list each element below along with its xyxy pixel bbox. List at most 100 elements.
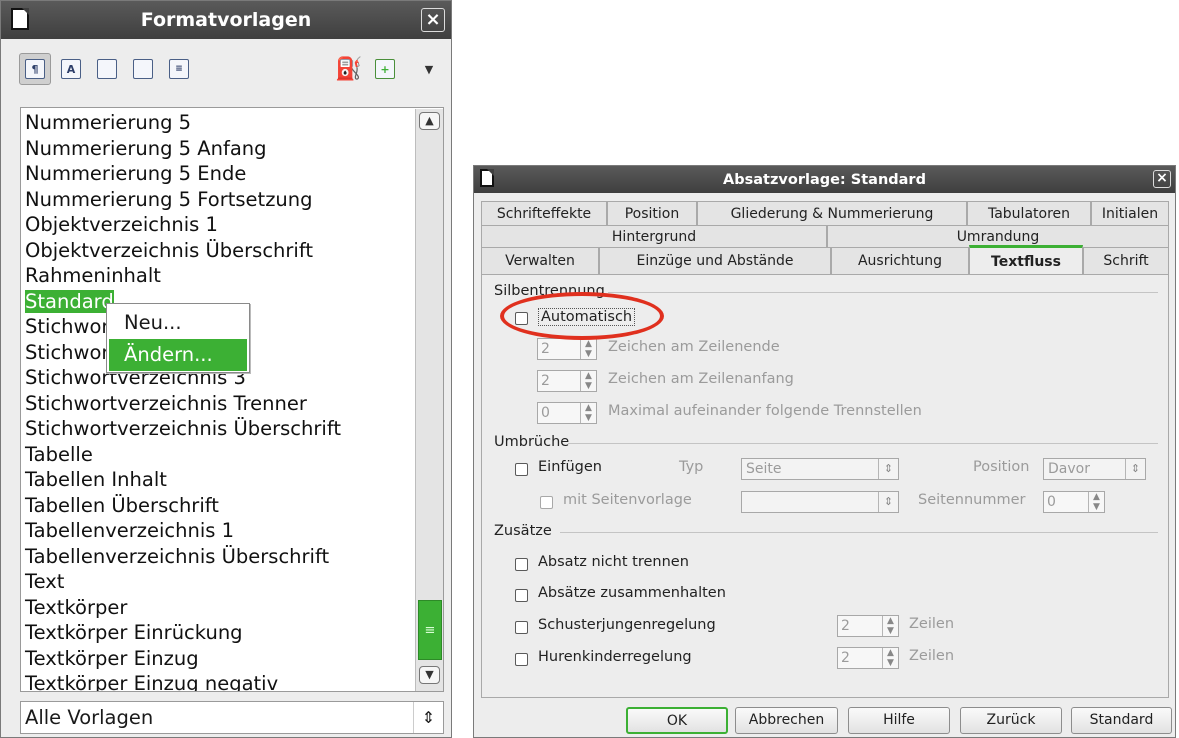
separator	[608, 292, 1158, 293]
break-position-label: Position	[973, 459, 1030, 475]
page-style-select[interactable]: ⇕	[741, 491, 899, 513]
style-list-item[interactable]: Tabellenverzeichnis Überschrift	[25, 544, 329, 570]
spin-arrows-icon[interactable]: ▲ ▼	[882, 616, 898, 636]
with-page-style-checkbox[interactable]	[540, 496, 553, 509]
new-style-from-selection-button[interactable]: +	[369, 53, 401, 85]
style-list-item[interactable]: Text	[25, 569, 64, 595]
page-styles-button[interactable]	[127, 53, 159, 85]
break-type-select[interactable]: Seite ⇕	[741, 458, 899, 480]
style-list-item[interactable]: Textkörper	[25, 595, 127, 621]
paragraph-styles-icon: ¶	[25, 59, 45, 79]
help-button[interactable]: Hilfe	[848, 707, 950, 734]
tab-schrift[interactable]: Schrift	[1083, 247, 1169, 274]
orphan-lines-spin[interactable]: 2 ▲ ▼	[837, 615, 899, 637]
widow-control-checkbox[interactable]	[515, 653, 528, 666]
select-arrows-icon[interactable]: ⇕	[1125, 459, 1145, 479]
style-list-item[interactable]: Objektverzeichnis Überschrift	[25, 238, 313, 264]
umbrueche-heading: Umbrüche	[494, 434, 570, 450]
reset-button[interactable]: Zurück	[960, 707, 1062, 734]
tab-gliederung[interactable]: Gliederung & Nummerierung	[697, 201, 967, 225]
style-list-item[interactable]: Rahmeninhalt	[25, 263, 161, 289]
context-menu: Neu... Ändern...	[106, 303, 250, 373]
dialog-titlebar[interactable]: Absatzvorlage: Standard ×	[474, 166, 1175, 193]
select-arrows-icon[interactable]: ⇕	[413, 702, 443, 733]
keep-paragraph-checkbox[interactable]	[515, 558, 528, 571]
tab-einzuege[interactable]: Einzüge und Abstände	[599, 247, 831, 274]
fill-format-mode-icon[interactable]: ⛽	[333, 53, 365, 85]
close-icon[interactable]: ×	[421, 8, 445, 32]
style-filter-select[interactable]: Alle Vorlagen ⇕	[20, 701, 444, 734]
select-arrows-icon[interactable]: ⇕	[878, 492, 898, 512]
standard-button[interactable]: Standard	[1071, 707, 1172, 734]
styles-titlebar[interactable]: Formatvorlagen ×	[1, 1, 451, 39]
style-list-item[interactable]: Nummerierung 5	[25, 110, 191, 136]
tab-hintergrund[interactable]: Hintergrund	[481, 225, 827, 247]
spin-arrows-icon[interactable]: ▲ ▼	[580, 339, 596, 359]
style-list-item[interactable]: Tabellen Überschrift	[25, 493, 219, 519]
spin-arrows-icon[interactable]: ▲ ▼	[580, 403, 596, 423]
scroll-down-icon[interactable]: ▼	[419, 666, 440, 684]
tab-verwalten[interactable]: Verwalten	[481, 247, 599, 274]
frame-styles-button[interactable]	[91, 53, 123, 85]
spin-arrows-icon[interactable]: ▲ ▼	[580, 371, 596, 391]
orphan-control-checkbox[interactable]	[515, 621, 528, 634]
style-list-item[interactable]: Nummerierung 5 Fortsetzung	[25, 187, 313, 213]
paragraph-styles-button[interactable]: ¶	[19, 53, 51, 85]
select-arrows-icon[interactable]: ⇕	[878, 459, 898, 479]
max-hyphens-spin[interactable]: 0 ▲ ▼	[537, 402, 597, 424]
style-list-item[interactable]: Stichwortverzeichnis Trenner	[25, 391, 307, 417]
style-list-item[interactable]: Stichwortverzeichnis Überschrift	[25, 416, 341, 442]
tab-textfluss[interactable]: Textfluss	[969, 245, 1083, 275]
orphan-control-label: Schusterjungenregelung	[538, 617, 716, 633]
list-styles-icon: ≡	[169, 59, 189, 79]
vertical-scrollbar[interactable]: ▲ ≡ ▼	[415, 109, 443, 691]
style-list[interactable]: Nummerierung 5 Nummerierung 5 Anfang Numme…	[20, 107, 444, 692]
style-list-item[interactable]: Objektverzeichnis 1	[25, 212, 218, 238]
scroll-up-icon[interactable]: ▲	[419, 112, 440, 130]
style-list-item[interactable]: Nummerierung 5 Ende	[25, 161, 246, 187]
break-position-select[interactable]: Davor ⇕	[1043, 458, 1146, 480]
style-list-item[interactable]: Tabelle	[25, 442, 93, 468]
separator	[568, 443, 1158, 444]
styles-window: Formatvorlagen × ¶ A ≡ ⛽ + ▼ Nummerierun…	[0, 0, 452, 738]
new-style-icon: +	[375, 59, 395, 79]
tab-tabulatoren[interactable]: Tabulatoren	[967, 201, 1091, 225]
menu-item-new[interactable]: Neu...	[109, 307, 247, 339]
tab-schrifteffekte[interactable]: Schrifteffekte	[481, 201, 607, 225]
scroll-thumb[interactable]: ≡	[418, 600, 442, 660]
widow-lines-unit: Zeilen	[909, 648, 955, 664]
spin-arrows-icon[interactable]: ▲ ▼	[1088, 492, 1104, 512]
style-list-item[interactable]: Standard	[25, 289, 114, 315]
character-styles-button[interactable]: A	[55, 53, 87, 85]
style-list-item[interactable]: Tabellenverzeichnis 1	[25, 518, 234, 544]
list-styles-button[interactable]: ≡	[163, 53, 195, 85]
tab-umrandung[interactable]: Umrandung	[827, 225, 1169, 247]
style-list-item[interactable]: Textkörper Einzug	[25, 646, 199, 672]
with-page-style-label: mit Seitenvorlage	[563, 492, 692, 508]
chars-line-end-spin[interactable]: 2 ▲ ▼	[537, 338, 597, 360]
close-icon[interactable]: ×	[1153, 170, 1171, 188]
ok-button[interactable]: OK	[626, 707, 728, 734]
styles-title: Formatvorlagen	[140, 9, 312, 31]
chars-line-end-label: Zeichen am Zeilenende	[608, 339, 780, 355]
style-list-item[interactable]: Nummerierung 5 Anfang	[25, 136, 267, 162]
style-list-item[interactable]: Textkörper Einrückung	[25, 620, 243, 646]
style-list-item[interactable]: Tabellen Inhalt	[25, 467, 167, 493]
cancel-button[interactable]: Abbrechen	[735, 707, 838, 734]
keep-with-next-label: Absätze zusammenhalten	[538, 585, 726, 601]
tab-position[interactable]: Position	[607, 201, 697, 225]
tab-initialen[interactable]: Initialen	[1091, 201, 1169, 225]
menu-item-modify[interactable]: Ändern...	[109, 339, 247, 371]
keep-with-next-checkbox[interactable]	[515, 589, 528, 602]
insert-break-label: Einfügen	[538, 459, 602, 475]
page-number-spin[interactable]: 0 ▲ ▼	[1043, 491, 1105, 513]
style-list-item[interactable]: Textkörper Einzug negativ	[25, 671, 278, 691]
tab-ausrichtung[interactable]: Ausrichtung	[831, 247, 969, 274]
chevron-down-icon[interactable]: ▼	[419, 53, 439, 85]
widow-lines-spin[interactable]: 2 ▲ ▼	[837, 647, 899, 669]
chars-line-start-spin[interactable]: 2 ▲ ▼	[537, 370, 597, 392]
spin-arrows-icon[interactable]: ▲ ▼	[882, 648, 898, 668]
insert-break-checkbox[interactable]	[515, 463, 528, 476]
separator	[560, 532, 1158, 533]
page-styles-icon	[133, 59, 153, 79]
